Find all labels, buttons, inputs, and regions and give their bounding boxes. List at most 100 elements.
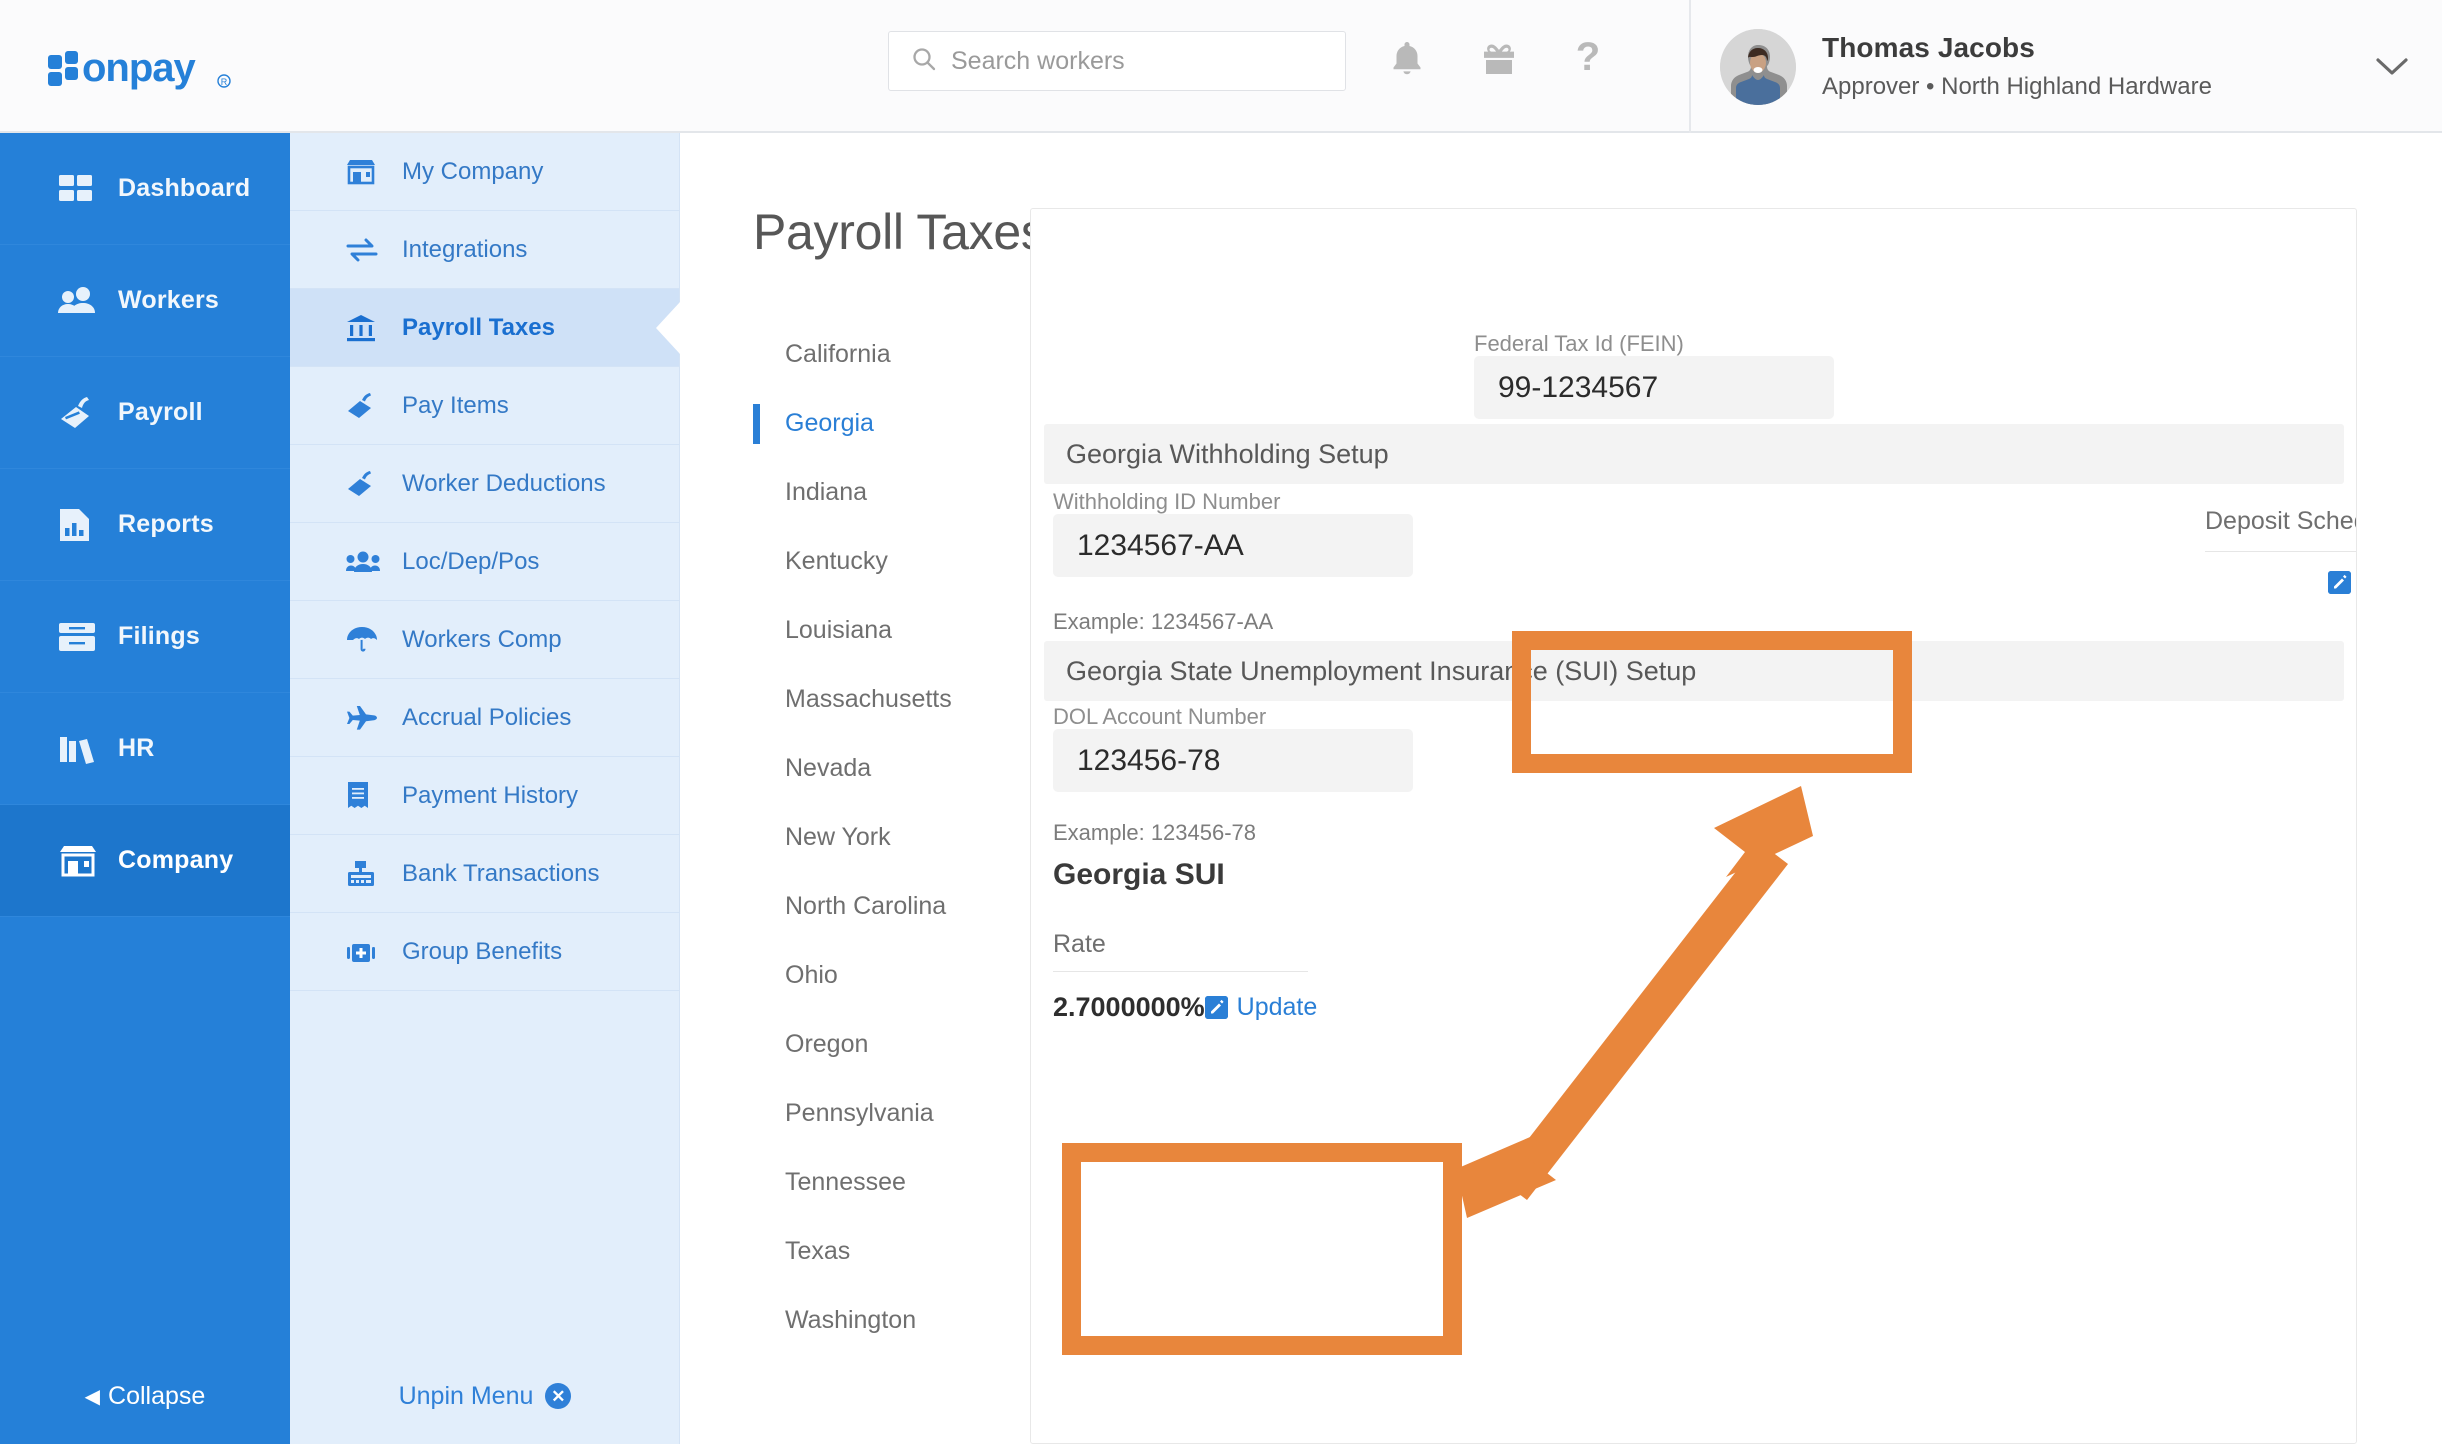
state-label: Texas <box>785 1237 851 1265</box>
state-item-new-york[interactable]: New York <box>753 803 1015 872</box>
pencil-square-icon <box>1204 996 1228 1019</box>
state-item-georgia[interactable]: Georgia <box>753 389 1015 458</box>
sidebar-item-hr[interactable]: HR <box>0 693 290 805</box>
gift-icon[interactable] <box>1480 40 1518 83</box>
deposit-schedule-widget: Deposit Schedule Update <box>2205 507 2356 597</box>
georgia-sui-update-button[interactable]: Update <box>1204 993 1318 1022</box>
dol-account-field[interactable]: 123456-78 <box>1053 729 1413 792</box>
state-item-washington[interactable]: Washington <box>753 1286 1015 1355</box>
bell-icon[interactable] <box>1390 39 1424 84</box>
sidebar-item-bank-transactions[interactable]: Bank Transactions <box>290 835 679 913</box>
workers-icon <box>58 284 104 318</box>
state-item-louisiana[interactable]: Louisiana <box>753 596 1015 665</box>
georgia-sui-rate-label: Rate <box>1053 930 1308 972</box>
sidebar-item-integrations[interactable]: Integrations <box>290 211 679 289</box>
company-submenu: My Company Integrations Payroll Taxes Pa… <box>290 133 680 1444</box>
sidebar-item-label: Filings <box>118 622 200 650</box>
state-item-pennsylvania[interactable]: Pennsylvania <box>753 1079 1015 1148</box>
state-item-kentucky[interactable]: Kentucky <box>753 527 1015 596</box>
georgia-sui-update-link[interactable]: Update <box>1237 993 1318 1022</box>
sidebar-item-worker-deductions[interactable]: Worker Deductions <box>290 445 679 523</box>
state-label: Kentucky <box>785 547 888 575</box>
withholding-section-header: Georgia Withholding Setup <box>1044 424 2344 484</box>
submenu-label: My Company <box>402 157 544 185</box>
georgia-sui-title: Georgia SUI <box>1053 858 1225 891</box>
hr-icon <box>58 733 104 765</box>
withholding-id-label: Withholding ID Number <box>1053 489 1281 514</box>
sidebar-item-filings[interactable]: Filings <box>0 581 290 693</box>
state-label: Georgia <box>785 409 874 437</box>
state-item-tennessee[interactable]: Tennessee <box>753 1148 1015 1217</box>
state-item-indiana[interactable]: Indiana <box>753 458 1015 527</box>
sidebar-item-workers[interactable]: Workers <box>0 245 290 357</box>
close-circle-icon: ✕ <box>545 1383 572 1409</box>
user-name: Thomas Jacobs <box>1822 32 2035 63</box>
state-list: California Georgia Indiana Kentucky Loui… <box>753 320 1015 1355</box>
fein-field[interactable]: 99-1234567 <box>1474 356 1834 419</box>
state-item-ohio[interactable]: Ohio <box>753 941 1015 1010</box>
state-label: Washington <box>785 1306 917 1334</box>
state-label: Tennessee <box>785 1168 906 1196</box>
sidebar-item-pay-items[interactable]: Pay Items <box>290 367 679 445</box>
top-header-bar: onpay R Search workers ? Thomas Jacobs A… <box>0 0 2442 133</box>
search-input[interactable] <box>951 46 1331 76</box>
georgia-sui-rate-value: 2.7000000% <box>1053 992 1205 1022</box>
user-menu[interactable]: Thomas Jacobs Approver • North Highland … <box>1720 0 2212 133</box>
umbrella-icon <box>346 626 384 654</box>
sidebar-item-my-company[interactable]: My Company <box>290 133 679 211</box>
withholding-id-field[interactable]: 1234567-AA <box>1053 514 1413 577</box>
submenu-label: Pay Items <box>402 391 509 419</box>
sidebar-item-label: Payroll <box>118 398 203 426</box>
header-icon-group: ? <box>1390 35 1602 85</box>
onpay-logo[interactable]: onpay R <box>0 0 290 132</box>
register-icon <box>346 860 384 888</box>
search-box[interactable] <box>888 31 1346 91</box>
pencil-square-icon <box>2328 571 2352 594</box>
sidebar-item-payment-history[interactable]: Payment History <box>290 757 679 835</box>
primary-sidebar: Dashboard Workers Payroll Reports Filing… <box>0 133 290 1444</box>
airplane-icon <box>346 705 384 731</box>
sidebar-item-loc-dep-pos[interactable]: Loc/Dep/Pos <box>290 523 679 601</box>
sidebar-item-workers-comp[interactable]: Workers Comp <box>290 601 679 679</box>
state-item-north-carolina[interactable]: North Carolina <box>753 872 1015 941</box>
deposit-schedule-update-row[interactable]: Update <box>2205 552 2356 597</box>
sidebar-item-label: Company <box>118 846 234 874</box>
state-item-massachusetts[interactable]: Massachusetts <box>753 665 1015 734</box>
submenu-label: Payroll Taxes <box>402 313 555 341</box>
submenu-label: Workers Comp <box>402 625 562 653</box>
unpin-menu-label: Unpin Menu <box>398 1381 534 1410</box>
sidebar-item-label: Dashboard <box>118 174 251 202</box>
submenu-label: Payment History <box>402 781 579 809</box>
dol-account-value: 123456-78 <box>1077 743 1221 777</box>
help-icon[interactable]: ? <box>1574 35 1602 85</box>
state-item-oregon[interactable]: Oregon <box>753 1010 1015 1079</box>
deposit-schedule-title: Deposit Schedule <box>2205 507 2356 552</box>
sidebar-item-reports[interactable]: Reports <box>0 469 290 581</box>
state-item-california[interactable]: California <box>753 320 1015 389</box>
page-title: Payroll Taxes <box>753 204 1046 260</box>
sidebar-item-accrual-policies[interactable]: Accrual Policies <box>290 679 679 757</box>
paystub-icon <box>346 392 384 420</box>
search-icon <box>911 46 937 77</box>
dol-account-label: DOL Account Number <box>1053 704 1267 729</box>
svg-text:?: ? <box>1576 38 1600 79</box>
sidebar-item-group-benefits[interactable]: Group Benefits <box>290 913 679 991</box>
dol-account-hint: Example: 123456-78 <box>1053 820 1257 845</box>
unpin-menu-button[interactable]: Unpin Menu ✕ <box>290 1348 680 1444</box>
sidebar-item-dashboard[interactable]: Dashboard <box>0 133 290 245</box>
collapse-label: Collapse <box>108 1381 206 1410</box>
submenu-label: Accrual Policies <box>402 703 572 731</box>
submenu-label: Worker Deductions <box>402 469 606 497</box>
collapse-sidebar-button[interactable]: ◀ Collapse <box>0 1348 290 1444</box>
submenu-label: Group Benefits <box>402 937 563 965</box>
sidebar-item-payroll-taxes[interactable]: Payroll Taxes <box>290 289 679 367</box>
state-label: Pennsylvania <box>785 1099 934 1127</box>
sidebar-item-payroll[interactable]: Payroll <box>0 357 290 469</box>
state-label: Louisiana <box>785 616 893 644</box>
chevron-down-icon[interactable] <box>2375 56 2409 83</box>
state-item-nevada[interactable]: Nevada <box>753 734 1015 803</box>
tax-settings-card: Federal Tax Id (FEIN) 99-1234567 Georgia… <box>1030 208 2357 1444</box>
state-item-texas[interactable]: Texas <box>753 1217 1015 1286</box>
sidebar-item-company[interactable]: Company <box>0 805 290 917</box>
state-label: Massachusetts <box>785 685 952 713</box>
